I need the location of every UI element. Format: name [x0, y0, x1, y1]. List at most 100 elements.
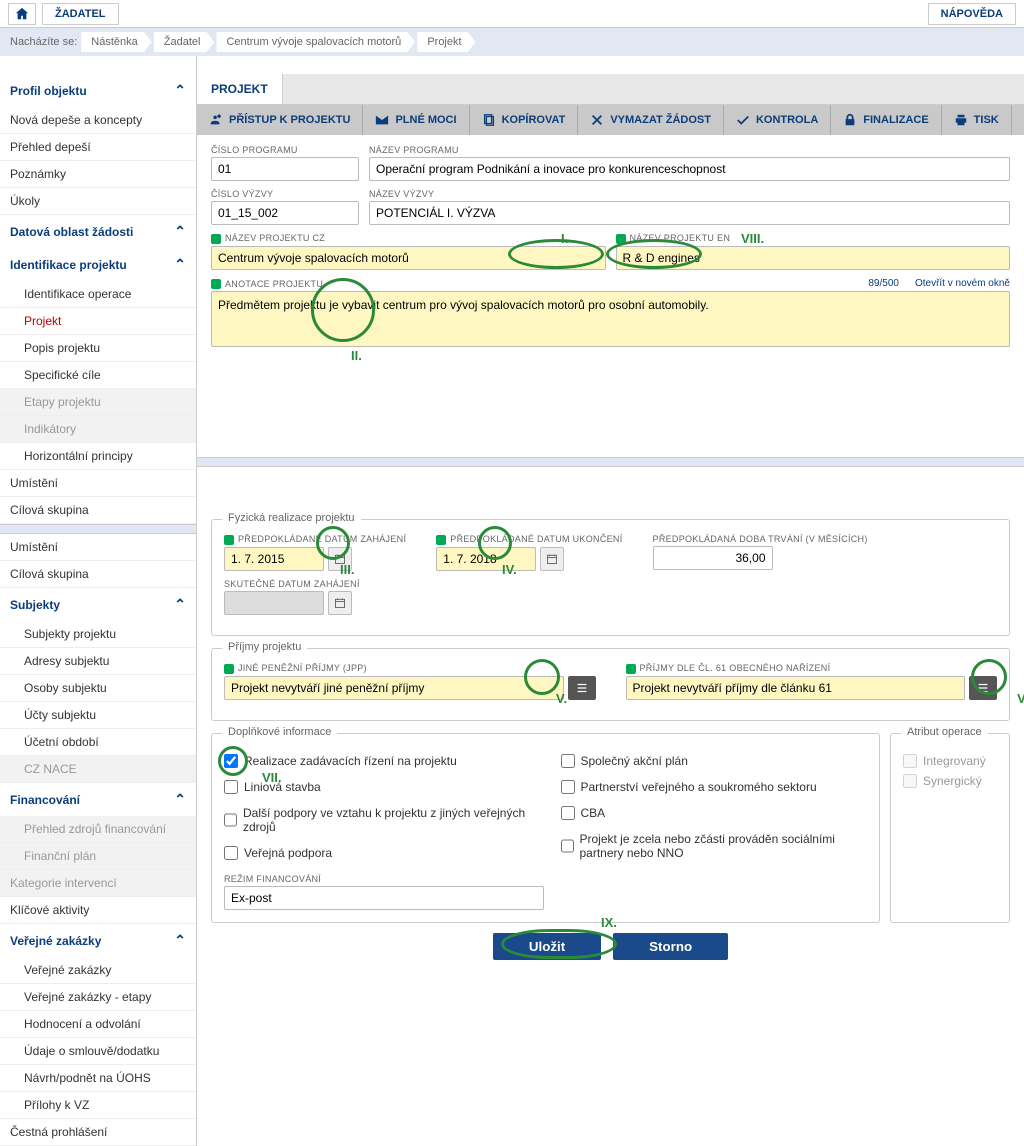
home-button[interactable] — [8, 3, 36, 25]
select-button[interactable] — [969, 676, 997, 700]
sidebar-item[interactable]: Úkoly — [0, 188, 196, 215]
ulozit-button[interactable]: Uložit — [493, 933, 601, 960]
tool-kontrola[interactable]: KONTROLA — [724, 105, 831, 135]
breadcrumb: Nacházíte se: Nástěnka Žadatel Centrum v… — [0, 28, 1024, 56]
label-nazev-projektu-cz: NÁZEV PROJEKTU CZ — [211, 233, 606, 244]
envelope-icon — [375, 113, 389, 127]
sidebar-item[interactable]: Poznámky — [0, 161, 196, 188]
nazev-vyzvy-input[interactable] — [369, 201, 1010, 225]
anotace-textarea[interactable] — [211, 291, 1010, 347]
sidebar-item[interactable]: Veřejné zakázky — [0, 957, 196, 984]
skutecne-input[interactable] — [224, 591, 324, 615]
print-icon — [954, 113, 968, 127]
sidebar-item[interactable]: Veřejné zakázky - etapy — [0, 984, 196, 1011]
chk-cba[interactable] — [561, 806, 575, 820]
tool-tisk[interactable]: TISK — [942, 105, 1012, 135]
section-divider — [0, 524, 196, 534]
cislo-vyzvy-input[interactable] — [211, 201, 359, 225]
sidebar-item[interactable]: Identifikace operace — [0, 281, 196, 308]
sidebar-item[interactable]: Klíčové aktivity — [0, 897, 196, 924]
sidebar-item[interactable]: Horizontální principy — [0, 443, 196, 470]
sidebar-subjekty-header[interactable]: Subjekty⌃ — [0, 588, 196, 621]
label-rezim: REŽIM FINANCOVÁNÍ — [224, 874, 867, 884]
sidebar-item[interactable]: Umístění — [0, 470, 196, 497]
sidebar-item[interactable]: Nová depeše a koncepty — [0, 107, 196, 134]
breadcrumb-label: Nacházíte se: — [10, 36, 77, 48]
sidebar-item[interactable]: Cílová skupina — [0, 497, 196, 524]
calendar-button[interactable] — [328, 591, 352, 615]
sidebar-item[interactable]: Etapy projektu — [0, 389, 196, 416]
sidebar-item[interactable]: Specifické cíle — [0, 362, 196, 389]
sidebar-item[interactable]: Osoby subjektu — [0, 675, 196, 702]
cl61-input[interactable] — [626, 676, 966, 700]
chk-dalsi[interactable] — [224, 813, 237, 827]
label-anotace: ANOTACE PROJEKTU — [211, 279, 1010, 290]
sidebar-datova-header[interactable]: Datová oblast žádosti⌃ — [0, 215, 196, 248]
sidebar-item[interactable]: Popis projektu — [0, 335, 196, 362]
breadcrumb-item[interactable]: Nástěnka — [81, 32, 151, 52]
doba-input[interactable] — [653, 546, 773, 570]
chk-partnerstvi[interactable] — [561, 780, 575, 794]
chevron-up-icon: ⌃ — [174, 223, 186, 240]
sidebar-item[interactable]: Přílohy k VZ — [0, 1092, 196, 1119]
chk-spolecny[interactable] — [561, 754, 575, 768]
tab-projekt[interactable]: PROJEKT — [197, 74, 283, 104]
chk-socialni[interactable] — [561, 839, 574, 853]
label-datum-zahajeni: PŘEDPOKLÁDANÉ DATUM ZAHÁJENÍ — [224, 534, 406, 545]
sidebar-item[interactable]: Účetní období — [0, 729, 196, 756]
sidebar-ident-header[interactable]: Identifikace projektu⌃ — [0, 248, 196, 281]
sidebar-item[interactable]: CZ NACE — [0, 756, 196, 783]
sidebar-item[interactable]: Účty subjektu — [0, 702, 196, 729]
datum-ukonceni-input[interactable] — [436, 547, 536, 571]
check-icon — [736, 113, 750, 127]
chk-liniova[interactable] — [224, 780, 238, 794]
sidebar-verejne-header[interactable]: Veřejné zakázky⌃ — [0, 924, 196, 957]
napoveda-button[interactable]: NÁPOVĚDA — [928, 3, 1016, 25]
cislo-programu-input[interactable] — [211, 157, 359, 181]
calendar-icon — [334, 597, 346, 609]
sidebar-item[interactable]: Návrh/podnět na ÚOHS — [0, 1065, 196, 1092]
chk-label: Realizace zadávacích řízení na projektu — [244, 754, 457, 768]
nazev-programu-input[interactable] — [369, 157, 1010, 181]
lock-icon — [843, 113, 857, 127]
zadatel-button[interactable]: ŽADATEL — [42, 3, 119, 25]
calendar-button[interactable] — [540, 547, 564, 571]
breadcrumb-item[interactable]: Projekt — [417, 32, 475, 52]
sidebar-item[interactable]: Čestná prohlášení — [0, 1119, 196, 1146]
sidebar-item[interactable]: Finanční plán — [0, 843, 196, 870]
tool-pristup[interactable]: PŘÍSTUP K PROJEKTU — [197, 105, 363, 135]
sidebar-item[interactable]: Přehled depeší — [0, 134, 196, 161]
chk-realizace[interactable] — [224, 754, 238, 768]
sidebar-item[interactable]: Adresy subjektu — [0, 648, 196, 675]
sidebar-item[interactable]: Indikátory — [0, 416, 196, 443]
storno-button[interactable]: Storno — [613, 933, 728, 960]
sidebar-item[interactable]: Umístění — [0, 534, 196, 561]
sidebar-profil-header[interactable]: Profil objektu⌃ — [0, 74, 196, 107]
sidebar-item[interactable]: Hodnocení a odvolání — [0, 1011, 196, 1038]
tool-finalizace[interactable]: FINALIZACE — [831, 105, 941, 135]
nazev-projektu-en-input[interactable] — [616, 246, 1011, 270]
rezim-input[interactable] — [224, 886, 544, 910]
label-nazev-vyzvy: NÁZEV VÝZVY — [369, 189, 1010, 199]
chk-verejna[interactable] — [224, 846, 238, 860]
breadcrumb-item[interactable]: Centrum vývoje spalovacích motorů — [216, 32, 415, 52]
tool-kopirovat[interactable]: KOPÍROVAT — [470, 105, 579, 135]
datum-zahajeni-input[interactable] — [224, 547, 324, 571]
sidebar-item-projekt[interactable]: Projekt — [0, 308, 196, 335]
sidebar-item[interactable]: Údaje o smlouvě/dodatku — [0, 1038, 196, 1065]
sidebar-item[interactable]: Přehled zdrojů financování — [0, 816, 196, 843]
nazev-projektu-cz-input[interactable] — [211, 246, 606, 270]
sidebar-item[interactable]: Kategorie intervencí — [0, 870, 196, 897]
calendar-button[interactable] — [328, 547, 352, 571]
legend-prijmy: Příjmy projektu — [222, 641, 307, 653]
breadcrumb-item[interactable]: Žadatel — [154, 32, 215, 52]
sidebar-item[interactable]: Subjekty projektu — [0, 621, 196, 648]
sidebar-financ-header[interactable]: Financování⌃ — [0, 783, 196, 816]
x-icon — [590, 113, 604, 127]
tool-vymazat[interactable]: VYMAZAT ŽÁDOST — [578, 105, 724, 135]
users-icon — [209, 113, 223, 127]
select-button[interactable] — [568, 676, 596, 700]
sidebar-item[interactable]: Cílová skupina — [0, 561, 196, 588]
jpp-input[interactable] — [224, 676, 564, 700]
tool-plnemoci[interactable]: PLNÉ MOCI — [363, 105, 469, 135]
